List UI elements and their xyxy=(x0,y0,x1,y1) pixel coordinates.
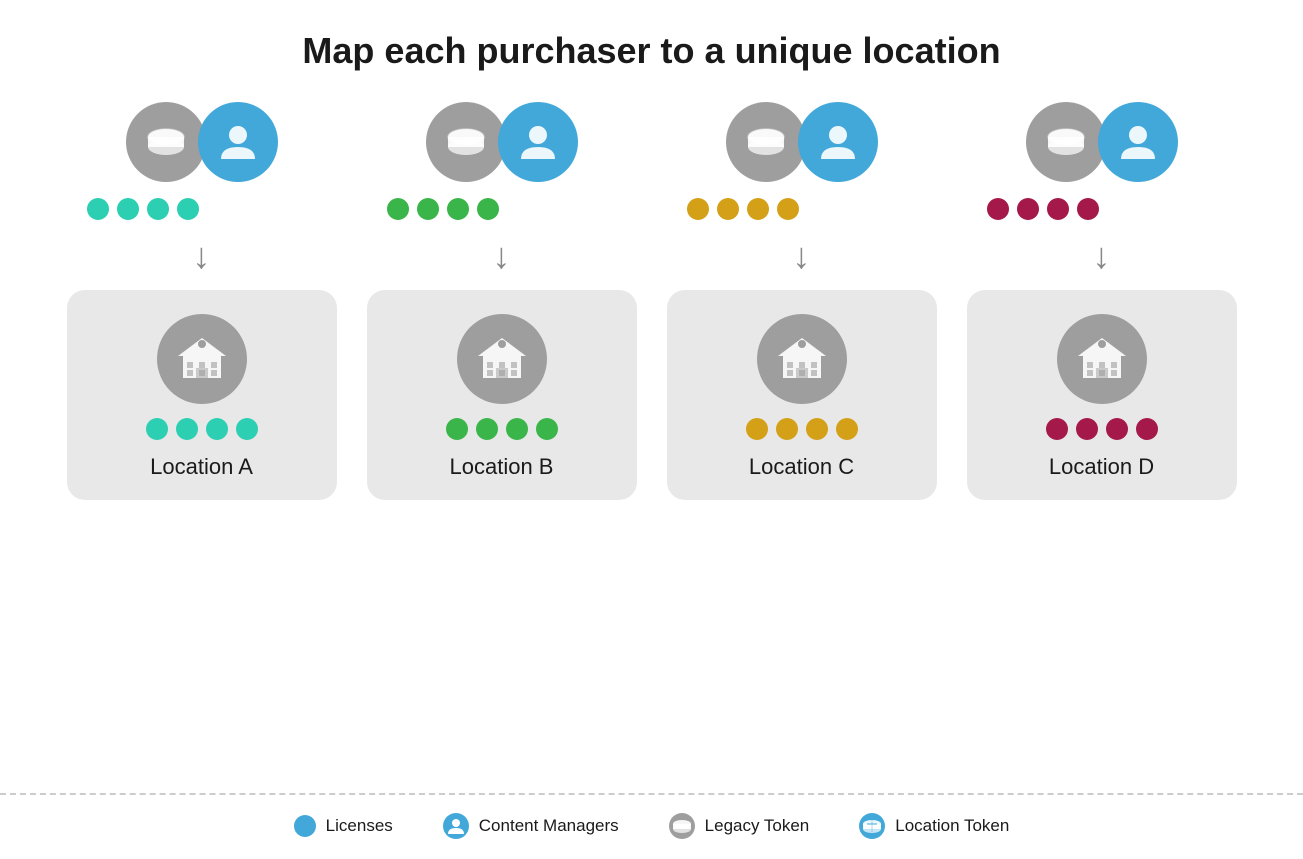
legend-location-token-icon xyxy=(859,813,885,839)
token-icon-a xyxy=(126,102,206,182)
dot xyxy=(536,418,558,440)
legend-licenses-label: Licenses xyxy=(326,816,393,836)
dot xyxy=(1047,198,1069,220)
building-icon-a xyxy=(157,314,247,404)
token-icon-d xyxy=(1026,102,1106,182)
dot xyxy=(446,418,468,440)
dot xyxy=(206,418,228,440)
dot xyxy=(176,418,198,440)
location-box-d: Location D xyxy=(967,290,1237,500)
arrow-d: ↓ xyxy=(1093,238,1111,274)
legend-legacy-token: Legacy Token xyxy=(669,813,810,839)
person-icon-b xyxy=(498,102,578,182)
person-icon-d xyxy=(1098,102,1178,182)
location-label-c: Location C xyxy=(749,454,854,480)
legend-licenses-icon xyxy=(294,815,316,837)
building-icon-d xyxy=(1057,314,1147,404)
dot xyxy=(747,198,769,220)
dot xyxy=(147,198,169,220)
legend-legacy-token-label: Legacy Token xyxy=(705,816,810,836)
dot xyxy=(776,418,798,440)
top-icons-d xyxy=(1026,102,1178,182)
person-icon-c xyxy=(798,102,878,182)
token-icon-b xyxy=(426,102,506,182)
dot xyxy=(806,418,828,440)
dot xyxy=(1136,418,1158,440)
location-label-a: Location A xyxy=(150,454,253,480)
token-icon-c xyxy=(726,102,806,182)
dot xyxy=(387,198,409,220)
location-dots-a xyxy=(83,418,321,440)
dot xyxy=(717,198,739,220)
dot xyxy=(447,198,469,220)
dot xyxy=(746,418,768,440)
dot xyxy=(1017,198,1039,220)
location-box-a: Location A xyxy=(67,290,337,500)
purchaser-column-c: ↓ xyxy=(667,102,937,783)
dot xyxy=(1046,418,1068,440)
location-label-b: Location B xyxy=(450,454,554,480)
dot xyxy=(117,198,139,220)
arrow-c: ↓ xyxy=(793,238,811,274)
dots-row-a xyxy=(67,198,337,220)
location-label-d: Location D xyxy=(1049,454,1154,480)
legend-legacy-token-icon xyxy=(669,813,695,839)
dot xyxy=(146,418,168,440)
purchaser-column-b: ↓ xyxy=(367,102,637,783)
arrow-a: ↓ xyxy=(193,238,211,274)
legend-licenses: Licenses xyxy=(294,815,393,837)
legend-location-token-label: Location Token xyxy=(895,816,1009,836)
dots-row-c xyxy=(667,198,937,220)
location-dots-c xyxy=(683,418,921,440)
dot xyxy=(177,198,199,220)
legend-area: Licenses Content Managers Legacy Token xyxy=(0,793,1303,859)
legend-content-managers-icon xyxy=(443,813,469,839)
dot xyxy=(987,198,1009,220)
person-icon-a xyxy=(198,102,278,182)
top-icons-c xyxy=(726,102,878,182)
building-icon-c xyxy=(757,314,847,404)
location-dots-b xyxy=(383,418,621,440)
dot xyxy=(87,198,109,220)
location-dots-d xyxy=(983,418,1221,440)
building-icon-b xyxy=(457,314,547,404)
page-title: Map each purchaser to a unique location xyxy=(302,30,1000,72)
dot xyxy=(506,418,528,440)
dot xyxy=(476,418,498,440)
top-icons-b xyxy=(426,102,578,182)
legend-content-managers-label: Content Managers xyxy=(479,816,619,836)
dots-row-d xyxy=(967,198,1237,220)
dot xyxy=(236,418,258,440)
dot xyxy=(1076,418,1098,440)
top-icons-a xyxy=(126,102,278,182)
dot xyxy=(417,198,439,220)
location-box-b: Location B xyxy=(367,290,637,500)
legend-content-managers: Content Managers xyxy=(443,813,619,839)
dot xyxy=(836,418,858,440)
dot xyxy=(1106,418,1128,440)
arrow-b: ↓ xyxy=(493,238,511,274)
legend-location-token: Location Token xyxy=(859,813,1009,839)
diagram-area: ↓ xyxy=(0,102,1303,783)
purchaser-column-d: ↓ xyxy=(967,102,1237,783)
dots-row-b xyxy=(367,198,637,220)
purchaser-column-a: ↓ xyxy=(67,102,337,783)
location-box-c: Location C xyxy=(667,290,937,500)
dot xyxy=(1077,198,1099,220)
dot xyxy=(777,198,799,220)
dot xyxy=(477,198,499,220)
dot xyxy=(687,198,709,220)
